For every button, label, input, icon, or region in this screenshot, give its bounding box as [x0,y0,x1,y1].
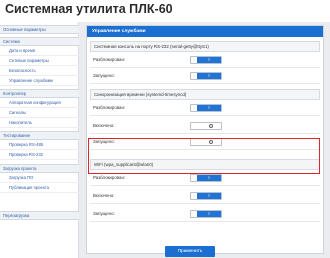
sidebar-item-rs485[interactable]: Проверка RS-485 [0,140,79,150]
main-area: Основные параметры Система Дата и время … [0,22,330,258]
toggle-on-indicator: I [197,193,221,199]
wifi-enabled-toggle[interactable]: I [190,192,222,200]
row-label: Запущено: [93,211,115,216]
row-label: Разблокирован: [93,57,126,62]
sidebar-item-services[interactable]: Управление службами [0,76,79,86]
sidebar-group-basic[interactable]: Основные параметры [0,25,79,34]
row-wifi-enabled: Включено: I [90,188,320,204]
row-label: Разблокирован: [93,105,126,110]
sidebar-item-network[interactable]: Сетевые параметры [0,56,79,66]
apply-button[interactable]: Применить [165,246,215,257]
wifi-running-toggle[interactable]: I [190,210,222,218]
section-serial-console-title: Системная консоль на порту RS-232 (seria… [90,41,320,52]
sidebar-group-controller[interactable]: Контроллер [0,89,79,98]
sidebar-item-datetime[interactable]: Дата и время [0,46,79,56]
sidebar-item-hardware[interactable]: Аппаратная конфигурация [0,98,79,108]
sidebar-item-upload-software[interactable]: Загрузка ПО [0,173,79,183]
highlight-box [88,138,320,174]
sidebar-group-project[interactable]: Загрузка проекта [0,164,79,173]
panel-title: Управление службами [87,26,323,37]
sidebar-item-security[interactable]: Безопасность [0,66,79,76]
sidebar-item-storage[interactable]: Накопитель [0,118,79,128]
toggle-off-indicator [209,124,213,128]
toggle-on-indicator: I [197,57,221,63]
section-timesync-title: Синхронизация времени (systemd-timesyncd… [90,89,320,100]
sidebar-group-system[interactable]: Система [0,37,79,46]
sidebar: Основные параметры Система Дата и время … [0,22,79,258]
toggle-on-indicator: I [197,105,221,111]
row-serial-unlocked: Разблокирован: I [90,52,320,68]
row-timesync-enabled: Включено: [90,118,320,134]
timesync-enabled-toggle[interactable] [190,122,222,130]
row-label: Запущено: [93,73,115,78]
wifi-unlocked-toggle[interactable]: I [190,174,222,182]
toggle-on-indicator: I [197,211,221,217]
row-serial-running: Запущено: I [90,68,320,84]
serial-running-toggle[interactable]: I [190,72,222,80]
serial-unlocked-toggle[interactable]: I [190,56,222,64]
page-title: Системная утилита ПЛК-60 [5,2,173,16]
row-label: Включено: [93,193,115,198]
sidebar-item-signals[interactable]: Сигналы [0,108,79,118]
row-wifi-running: Запущено: I [90,206,320,222]
sidebar-item-rs232[interactable]: Проверка RS-232 [0,150,79,160]
row-timesync-unlocked: Разблокирован: I [90,100,320,116]
row-label: Включено: [93,123,115,128]
toggle-on-indicator: I [197,175,221,181]
sidebar-group-reboot[interactable]: Перезагрузка [0,211,79,220]
sidebar-group-testing[interactable]: Тестирование [0,131,79,140]
sidebar-item-publish-project[interactable]: Публикация проекта [0,183,79,193]
timesync-unlocked-toggle[interactable]: I [190,104,222,112]
toggle-on-indicator: I [197,73,221,79]
